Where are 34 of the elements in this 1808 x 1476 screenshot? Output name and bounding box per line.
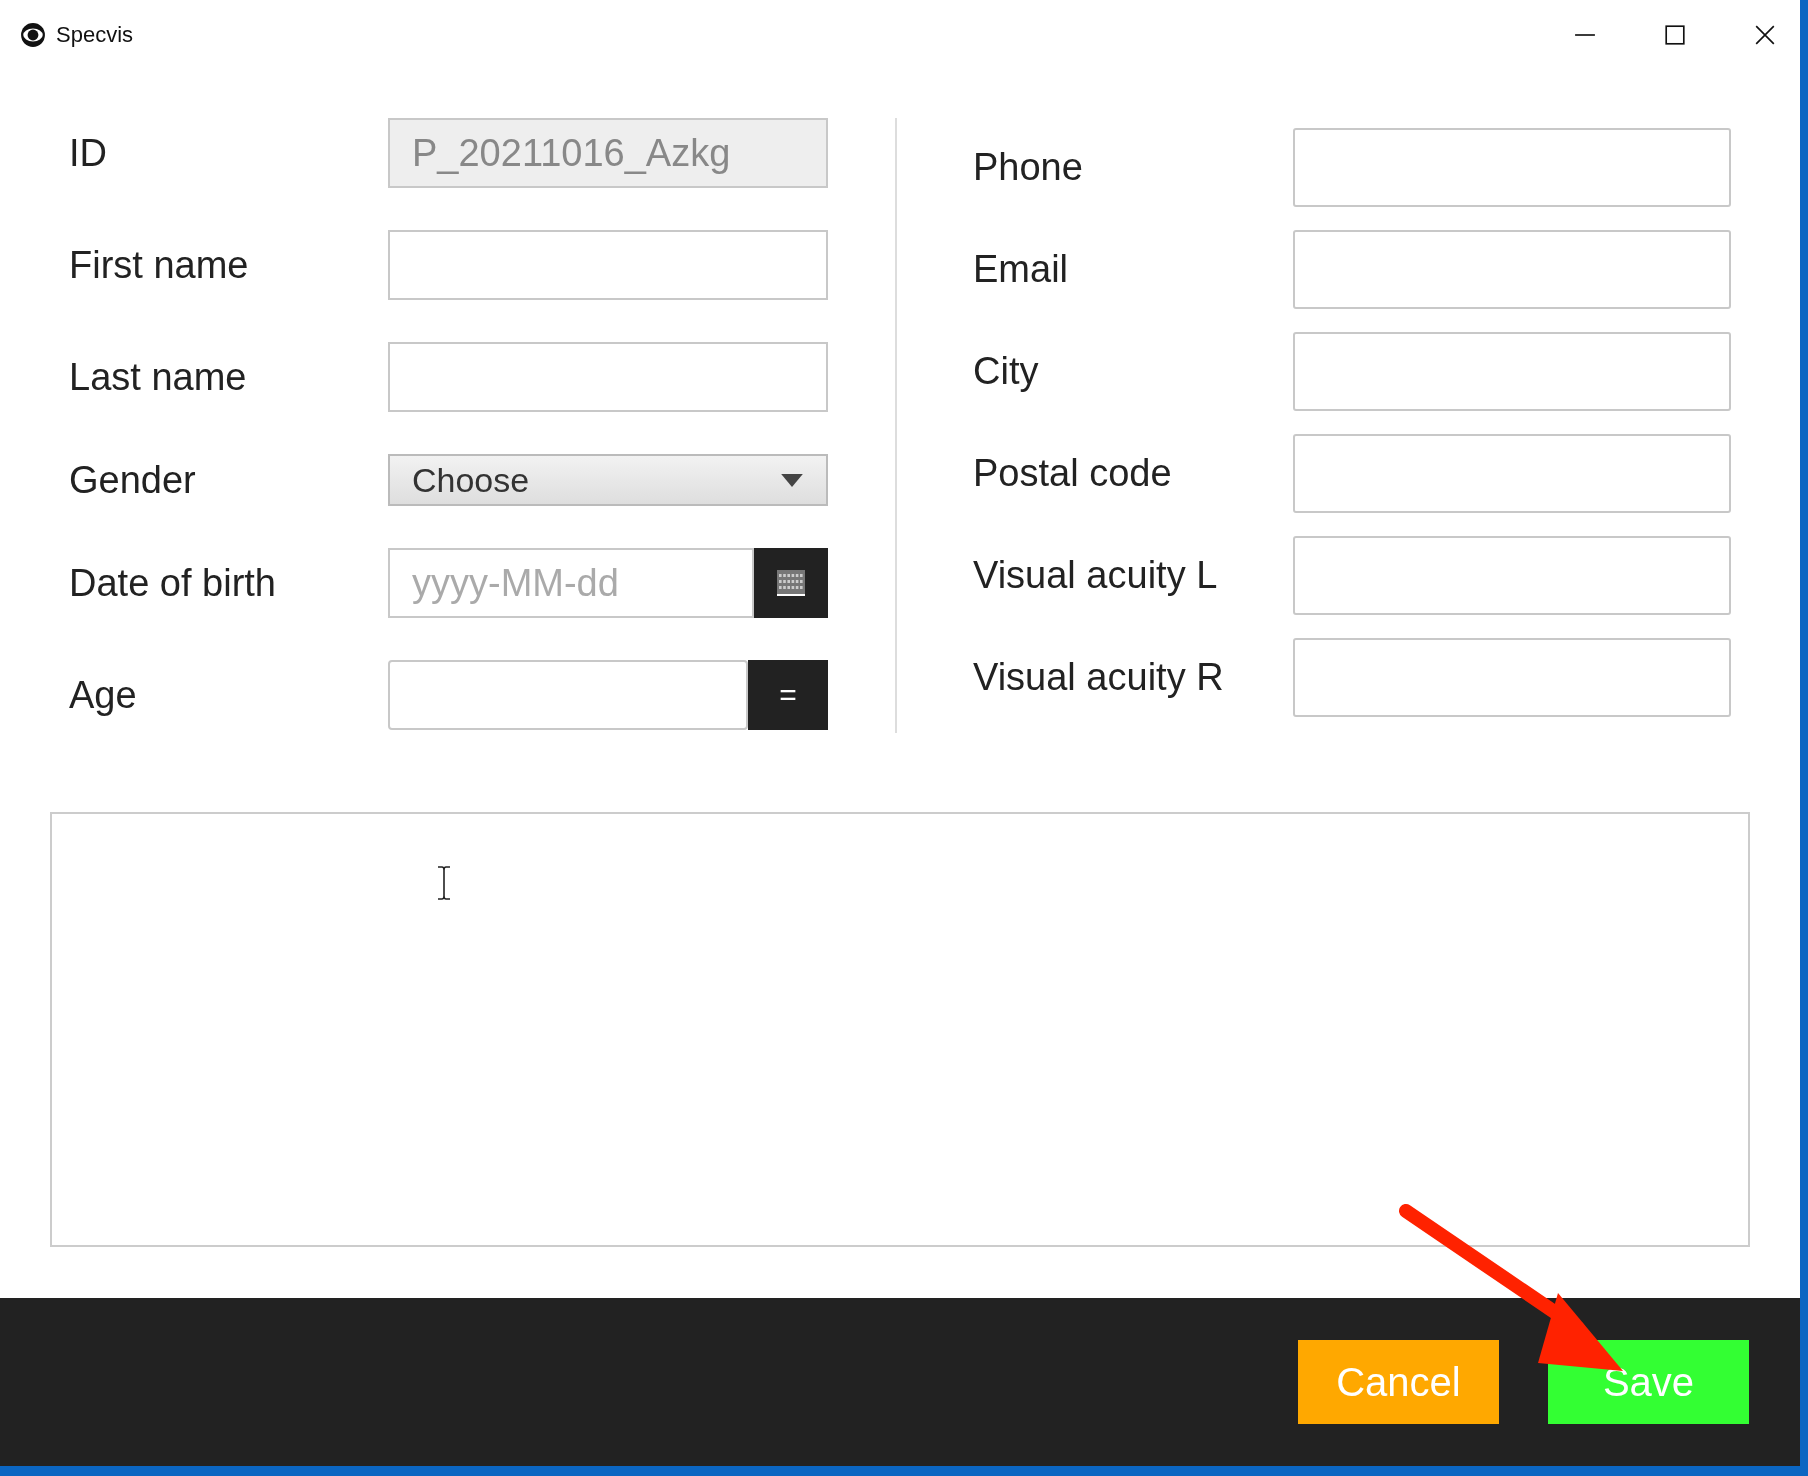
window-title: Specvis [56,22,134,48]
notes-textarea[interactable] [50,812,1750,1247]
text-field[interactable] [1293,536,1731,615]
text-field[interactable] [1293,128,1731,207]
text-cursor-icon [437,866,451,900]
text-field[interactable] [1293,638,1731,717]
text-field[interactable] [388,342,828,412]
text-field[interactable] [1293,332,1731,411]
field-label: Last name [69,355,248,399]
dropdown[interactable]: Choose [388,454,828,506]
field-label: Phone [973,146,1084,189]
field-label: Visual acuity R [973,656,1225,699]
maximize-icon[interactable] [1664,24,1686,46]
close-icon[interactable] [1754,24,1776,46]
field-label: Email [973,248,1070,291]
field-label: Age [69,673,138,717]
age-field[interactable] [388,660,748,730]
calculate-button[interactable]: = [748,660,828,730]
action-button[interactable]: Cancel [1298,1340,1499,1424]
field-label: Postal code [973,452,1173,495]
field-label: Date of birth [69,561,277,605]
field-label: City [973,350,1040,393]
calendar-button[interactable] [754,548,828,618]
date-field[interactable]: yyyy-MM-dd [388,548,754,618]
text-field[interactable] [388,230,828,300]
eye-logo-icon [20,22,46,48]
calendar-icon [777,570,805,596]
field-label: Gender [69,458,197,502]
field-label: First name [69,243,250,287]
field-label: Visual acuity L [973,554,1219,597]
field-label: ID [69,131,108,175]
text-field[interactable] [1293,230,1731,309]
text-field[interactable] [1293,434,1731,513]
caret-icon [780,473,804,487]
